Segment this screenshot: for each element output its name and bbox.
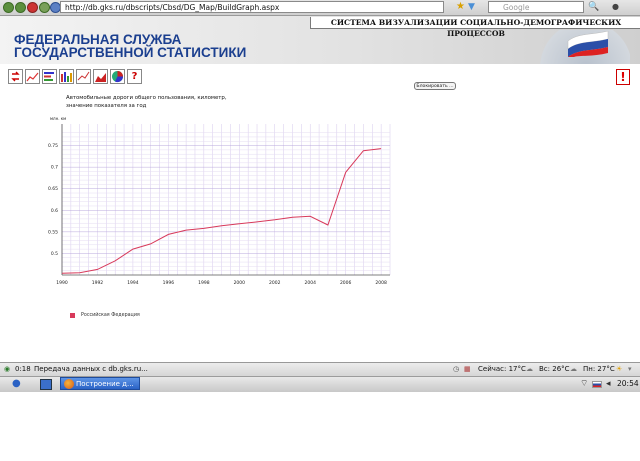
home-icon[interactable] (39, 2, 50, 13)
sun-icon: ☀ (616, 365, 623, 373)
area-chart-icon[interactable] (93, 69, 108, 84)
status-message: Передача данных с db.gks.ru... (34, 365, 148, 373)
taskbar-window-label: Построение д... (76, 380, 134, 388)
cloud-icon: ☁ (526, 365, 533, 373)
chart-title: Автомобильные дороги общего пользования,… (66, 95, 326, 110)
bar-chart-vertical-icon[interactable] (59, 69, 74, 84)
alert-icon[interactable]: ! (616, 69, 630, 85)
line-chart-icon[interactable] (25, 69, 40, 84)
status-time: 0:18 (15, 365, 31, 373)
back-icon[interactable] (3, 2, 14, 13)
system-title: СИСТЕМА ВИЗУАЛИЗАЦИИ СОЦИАЛЬНО-ДЕМОГРАФИ… (310, 17, 640, 38)
line-chart: 0.5 0.55 0.6 0.65 0.7 0.75 1990 1992 1994 1996 199… (48, 116, 391, 286)
organization-title-line2: ГОСУДАРСТВЕННОЙ СТАТИСТИКИ (14, 45, 247, 60)
forward-icon[interactable] (15, 2, 26, 13)
y-tick-label: 0.55 (48, 229, 58, 235)
status-bar: ◉ 0:18 Передача данных с db.gks.ru... ◷ … (0, 362, 640, 376)
x-tick-label: 1992 (92, 280, 104, 286)
search-icon[interactable]: 🔍 (588, 2, 599, 12)
refresh-icon[interactable] (8, 69, 23, 84)
y-tick-label: 0.65 (48, 186, 58, 192)
taskbar-clock: 20:54 (617, 379, 639, 388)
language-flag-icon[interactable] (592, 381, 602, 388)
x-tick-label: 2002 (269, 280, 281, 286)
x-tick-label: 2004 (304, 280, 316, 286)
firefox-icon (64, 379, 74, 389)
plot-area (62, 124, 390, 275)
x-tick-label: 2008 (375, 280, 387, 286)
bookmark-star-icon[interactable]: ★ (456, 2, 466, 12)
weather-now: Сейчас: 17°C (478, 365, 526, 373)
calendar-icon: ▦ (464, 365, 471, 373)
help-icon[interactable]: ? (127, 69, 142, 84)
russian-flag-icon (567, 31, 609, 57)
feed-icon[interactable]: ▼ (468, 2, 478, 12)
y-tick-label: 0.7 (51, 165, 58, 171)
legend-label: Российская Федерация (81, 313, 140, 318)
url-bar[interactable]: http://db.gks.ru/dbscripts/Cbsd/DG_Map/B… (60, 1, 444, 13)
x-tick-label: 2000 (234, 280, 246, 286)
stop-icon[interactable] (27, 2, 38, 13)
weather-sunday: Вс: 26°C (539, 365, 570, 373)
weather-menu-icon[interactable]: ▾ (628, 363, 632, 375)
x-tick-label: 1990 (56, 280, 68, 286)
legend-swatch (70, 313, 75, 318)
chart-title-line1: Автомобильные дороги общего пользования,… (66, 95, 227, 101)
addon-icon[interactable]: ● (612, 2, 622, 12)
apple-menu-icon[interactable]: ● (12, 378, 21, 390)
clock-icon: ◷ (453, 365, 460, 373)
y-tick-label: 0.6 (51, 208, 58, 214)
x-tick-label: 1994 (127, 280, 139, 286)
x-tick-label: 1996 (163, 280, 175, 286)
y-tick-label: 0.75 (48, 143, 58, 149)
bar-chart-horizontal-icon[interactable] (42, 69, 57, 84)
y-tick-label: 0.5 (51, 251, 58, 257)
volume-icon[interactable]: ◂ (606, 378, 611, 390)
x-tick-label: 1998 (198, 280, 210, 286)
y-axis-label: млн. км (50, 116, 66, 121)
desktop-icon[interactable] (40, 379, 52, 390)
chart-title-line2: значение показателя за год (66, 102, 147, 109)
pie-chart-icon[interactable] (110, 69, 125, 84)
cloud-icon: ☁ (570, 365, 577, 373)
search-input[interactable]: Google (488, 1, 584, 13)
status-indicator-icon: ◉ (4, 365, 11, 373)
taskbar-firefox-window[interactable]: Построение д... (60, 377, 140, 390)
x-tick-label: 2006 (340, 280, 352, 286)
weather-monday: Пн: 27°C (583, 365, 615, 373)
trend-chart-icon[interactable] (76, 69, 91, 84)
block-button[interactable]: Блокировать ... (414, 82, 456, 90)
organization-title: ФЕДЕРАЛЬНАЯ СЛУЖБА ГОСУДАРСТВЕННОЙ СТАТИ… (14, 33, 314, 60)
wifi-icon[interactable]: ⌔ (580, 378, 588, 390)
